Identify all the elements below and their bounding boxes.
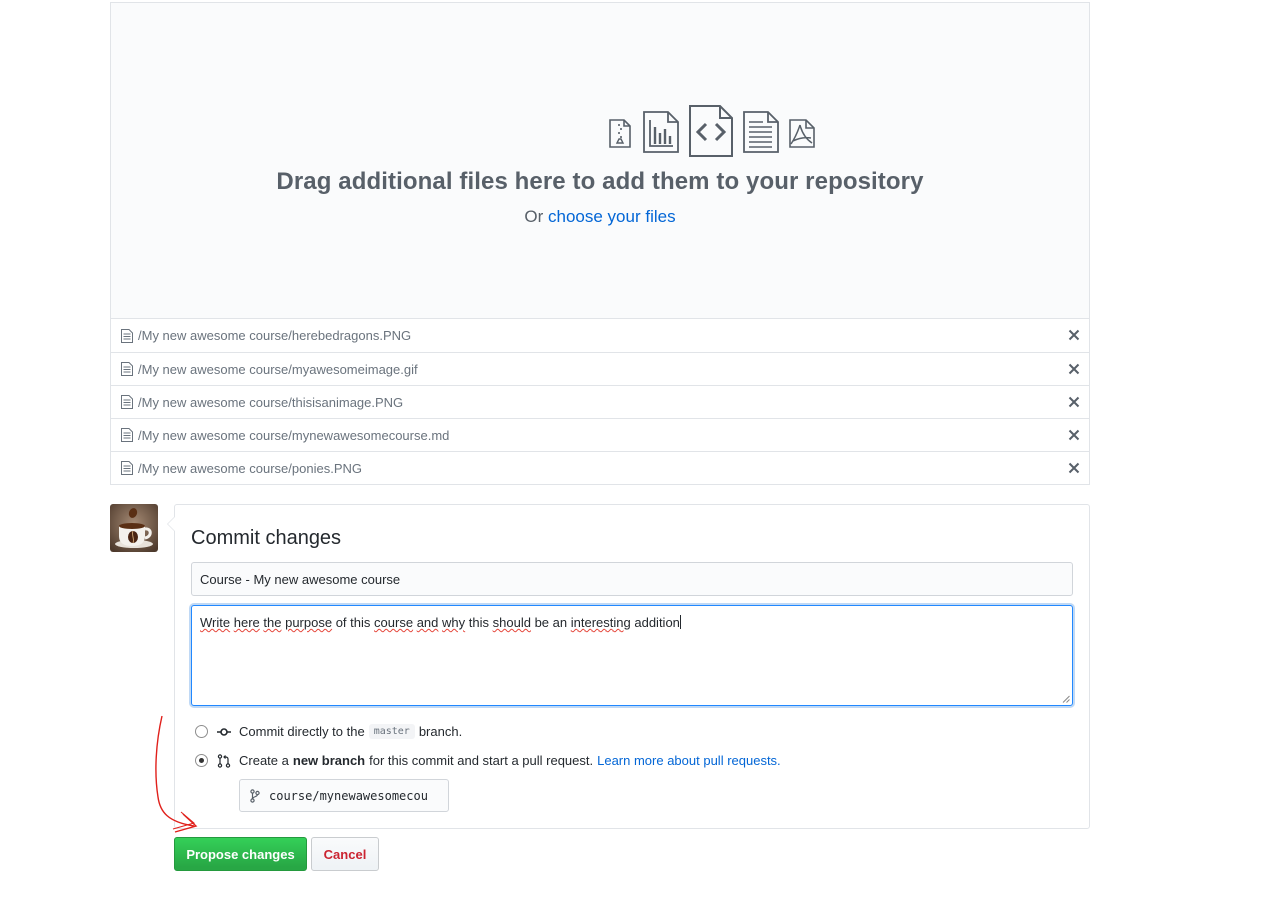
- file-path: /My new awesome course/thisisanimage.PNG: [138, 394, 404, 410]
- cancel-button[interactable]: Cancel: [311, 837, 379, 871]
- description-word: here: [233, 615, 260, 630]
- description-word: Write: [200, 615, 231, 630]
- file-code-icon: [689, 105, 733, 157]
- description-word: of: [335, 615, 347, 630]
- file-path: /My new awesome course/myawesomeimage.gi…: [138, 361, 418, 377]
- new-branch-suffix: for this commit and start a pull request…: [369, 753, 594, 768]
- description-word: be: [534, 615, 550, 630]
- file-list-item: /My new awesome course/herebedragons.PNG: [111, 319, 1089, 352]
- branch-name-field[interactable]: [239, 779, 449, 812]
- branch-name-pill: master: [368, 724, 415, 739]
- file-drop-zone[interactable]: Drag additional files here to add them t…: [110, 2, 1090, 319]
- git-commit-icon: [217, 727, 231, 736]
- file-list-item: /My new awesome course/myawesomeimage.gi…: [111, 352, 1089, 385]
- description-word: and: [416, 615, 439, 630]
- description-word: this: [350, 615, 371, 630]
- learn-pull-requests-link[interactable]: Learn more about pull requests.: [597, 753, 781, 768]
- file-chart-icon: [643, 111, 679, 153]
- file-icon: [121, 362, 133, 376]
- description-word: interesting: [570, 615, 631, 630]
- choose-files-link[interactable]: choose your files: [548, 207, 676, 226]
- coffee-cup-avatar-icon: [110, 504, 158, 552]
- new-branch-bold: new branch: [292, 753, 366, 768]
- file-list-item: /My new awesome course/mynewawesomecours…: [111, 418, 1089, 451]
- commit-direct-label: Commit directly to the: [239, 724, 365, 739]
- file-text-icon: [743, 111, 779, 153]
- commit-form: Commit changes Write here the purpose of…: [167, 504, 1090, 829]
- remove-file-icon[interactable]: [1068, 462, 1080, 474]
- file-zip-icon: [609, 119, 631, 148]
- file-type-icons: [607, 103, 827, 159]
- file-list-item: /My new awesome course/ponies.PNG: [111, 451, 1089, 484]
- git-branch-icon: [250, 788, 260, 803]
- remove-file-icon[interactable]: [1068, 396, 1080, 408]
- description-word: should: [492, 615, 531, 630]
- file-icon: [121, 428, 133, 442]
- commit-description-textarea[interactable]: Write here the purpose of this course an…: [191, 605, 1073, 706]
- avatar: [110, 504, 158, 552]
- description-word: the: [263, 615, 282, 630]
- description-word: course: [374, 615, 414, 630]
- resize-grip-icon[interactable]: [1062, 695, 1070, 703]
- commit-form-title: Commit changes: [191, 527, 342, 549]
- new-branch-option[interactable]: Create a new branch for this commit and …: [195, 753, 781, 768]
- text-caret: [679, 615, 681, 629]
- remove-file-icon[interactable]: [1068, 329, 1080, 341]
- branch-name-input[interactable]: [269, 788, 439, 803]
- description-word: purpose: [285, 615, 333, 630]
- file-path: /My new awesome course/mynewawesomecours…: [138, 427, 450, 443]
- commit-direct-suffix: branch.: [418, 724, 463, 739]
- commit-direct-option[interactable]: Commit directly to the master branch.: [195, 724, 462, 739]
- file-pdf-icon: [789, 119, 815, 148]
- file-path: /My new awesome course/herebedragons.PNG: [138, 328, 412, 343]
- uploaded-file-list: /My new awesome course/herebedragons.PNG…: [110, 318, 1090, 485]
- propose-changes-button[interactable]: Propose changes: [174, 837, 307, 871]
- description-word: this: [468, 615, 489, 630]
- drop-zone-or: Or: [524, 207, 544, 226]
- file-icon: [121, 395, 133, 409]
- annotation-arrow-icon: [155, 715, 198, 833]
- new-branch-prefix: Create a: [239, 753, 289, 768]
- speech-pointer-inner: [168, 517, 175, 531]
- remove-file-icon[interactable]: [1068, 363, 1080, 375]
- remove-file-icon[interactable]: [1068, 429, 1080, 441]
- commit-summary-input[interactable]: [191, 562, 1073, 596]
- file-icon: [121, 328, 133, 343]
- git-pull-request-icon: [217, 753, 231, 768]
- file-path: /My new awesome course/ponies.PNG: [138, 460, 362, 476]
- drop-zone-title: Drag additional files here to add them t…: [276, 168, 924, 195]
- drop-zone-subtitle: Or choose your files: [111, 207, 1089, 227]
- description-word: why: [442, 615, 466, 630]
- description-word: an: [552, 615, 568, 630]
- description-word: addition: [634, 615, 680, 630]
- file-icon: [121, 461, 133, 475]
- file-list-item: /My new awesome course/thisisanimage.PNG: [111, 385, 1089, 418]
